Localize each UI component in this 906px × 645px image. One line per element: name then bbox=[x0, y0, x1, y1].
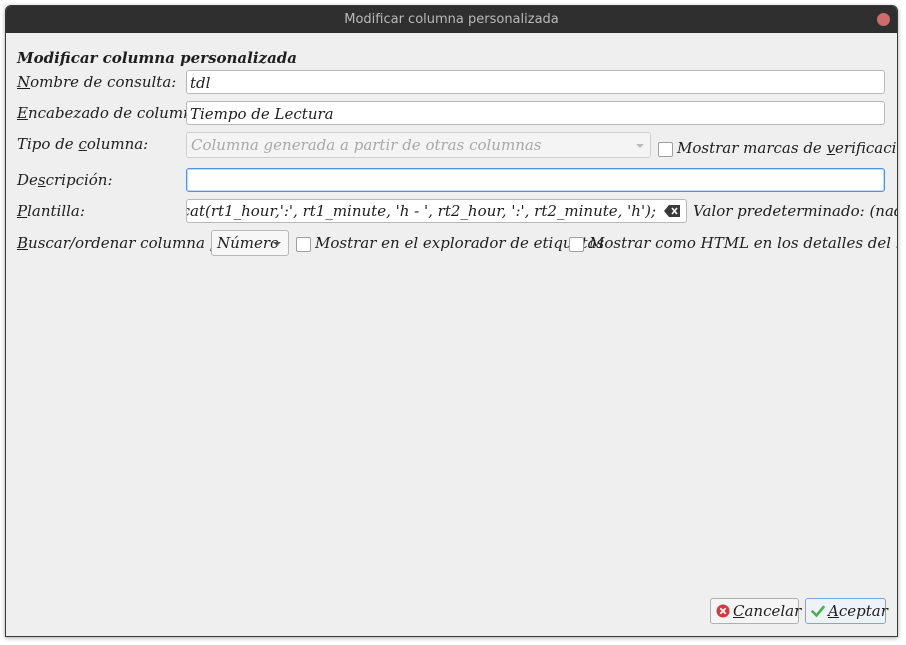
checkmarks-label-mnemonic: v bbox=[826, 139, 836, 157]
lookup-name-label-text: ombre de consulta: bbox=[30, 73, 177, 91]
cancel-label-mnemonic: C bbox=[733, 602, 745, 620]
sort-search-label-mnemonic: B bbox=[17, 234, 29, 252]
dialog-window: Modificar columna personalizada Modifica… bbox=[5, 5, 898, 637]
column-heading-label-mnemonic: E bbox=[17, 104, 28, 122]
ok-label-mnemonic: A bbox=[828, 602, 839, 620]
column-heading-label-text: ncabezado de columna: bbox=[27, 104, 207, 122]
checkmarks-checkbox[interactable] bbox=[658, 142, 673, 157]
sort-search-label: Buscar/ordenar columna por bbox=[17, 230, 235, 256]
checkmarks-label[interactable]: Mostrar marcas de verificación bbox=[677, 135, 897, 161]
column-type-label-rest: olumna: bbox=[86, 135, 149, 153]
cancel-label: Cancelar bbox=[733, 599, 801, 623]
lookup-name-label: Nombre de consulta: bbox=[17, 69, 176, 95]
column-type-value: Columna generada a partir de otras colum… bbox=[191, 136, 542, 154]
description-label-mnemonic: s bbox=[37, 171, 46, 189]
lookup-name-label-mnemonic: N bbox=[17, 73, 31, 91]
column-heading-label: Encabezado de columna: bbox=[17, 100, 207, 126]
tag-browser-checkbox[interactable] bbox=[296, 237, 311, 252]
column-type-label: Tipo de columna: bbox=[17, 131, 148, 157]
cancel-button[interactable]: Cancelar bbox=[710, 598, 801, 624]
chevron-down-icon bbox=[636, 144, 644, 148]
column-type-label-pre: Tipo de bbox=[17, 135, 79, 153]
checkmarks-label-pre: Mostrar marcas de bbox=[677, 139, 827, 157]
close-icon[interactable] bbox=[877, 13, 890, 26]
description-label: Descripción: bbox=[17, 167, 113, 193]
template-label-mnemonic: P bbox=[17, 202, 28, 220]
column-heading-input[interactable]: Tiempo de Lectura bbox=[186, 101, 885, 125]
sort-search-value: Número bbox=[217, 234, 280, 252]
checkmarks-label-rest: erificación bbox=[835, 139, 897, 157]
sort-search-label-rest: uscar/ordenar columna por bbox=[28, 234, 236, 252]
template-value: gtime=strcat(rt1_hour,':', rt1_minute, '… bbox=[187, 202, 656, 220]
description-input[interactable] bbox=[186, 168, 885, 192]
titlebar[interactable]: Modificar columna personalizada bbox=[6, 6, 897, 33]
dialog-content: Modificar columna personalizada Nombre d… bbox=[6, 33, 897, 636]
ok-label: Aceptar bbox=[828, 599, 888, 623]
template-label-rest: lantilla: bbox=[27, 202, 85, 220]
tag-browser-label[interactable]: Mostrar en el explorador de etiquetas bbox=[315, 230, 604, 256]
description-label-pre: De bbox=[17, 171, 38, 189]
cancel-icon bbox=[716, 604, 730, 618]
lookup-name-input[interactable]: tdl bbox=[186, 70, 885, 94]
column-type-label-mnemonic: c bbox=[78, 135, 87, 153]
ok-label-rest: ceptar bbox=[838, 602, 888, 620]
dialog-heading: Modificar columna personalizada bbox=[17, 49, 297, 67]
html-checkbox[interactable] bbox=[569, 237, 584, 252]
template-label: Plantilla: bbox=[17, 198, 85, 224]
description-label-rest: cripción: bbox=[45, 171, 113, 189]
column-type-select: Columna generada a partir de otras colum… bbox=[186, 132, 651, 158]
cancel-label-rest: ancelar bbox=[744, 602, 802, 620]
checkmark-icon bbox=[811, 605, 825, 618]
ok-button[interactable]: Aceptar bbox=[805, 598, 888, 624]
sort-search-select[interactable]: Número bbox=[211, 230, 289, 256]
window-title: Modificar columna personalizada bbox=[344, 12, 559, 27]
template-input[interactable]: gtime=strcat(rt1_hour,':', rt1_minute, '… bbox=[186, 199, 687, 223]
chevron-down-icon bbox=[273, 242, 281, 246]
clear-text-icon[interactable] bbox=[664, 205, 680, 217]
html-label[interactable]: Mostrar como HTML en los detalles del li… bbox=[589, 230, 897, 256]
default-value-text: Valor predeterminado: (nada) bbox=[693, 202, 898, 220]
